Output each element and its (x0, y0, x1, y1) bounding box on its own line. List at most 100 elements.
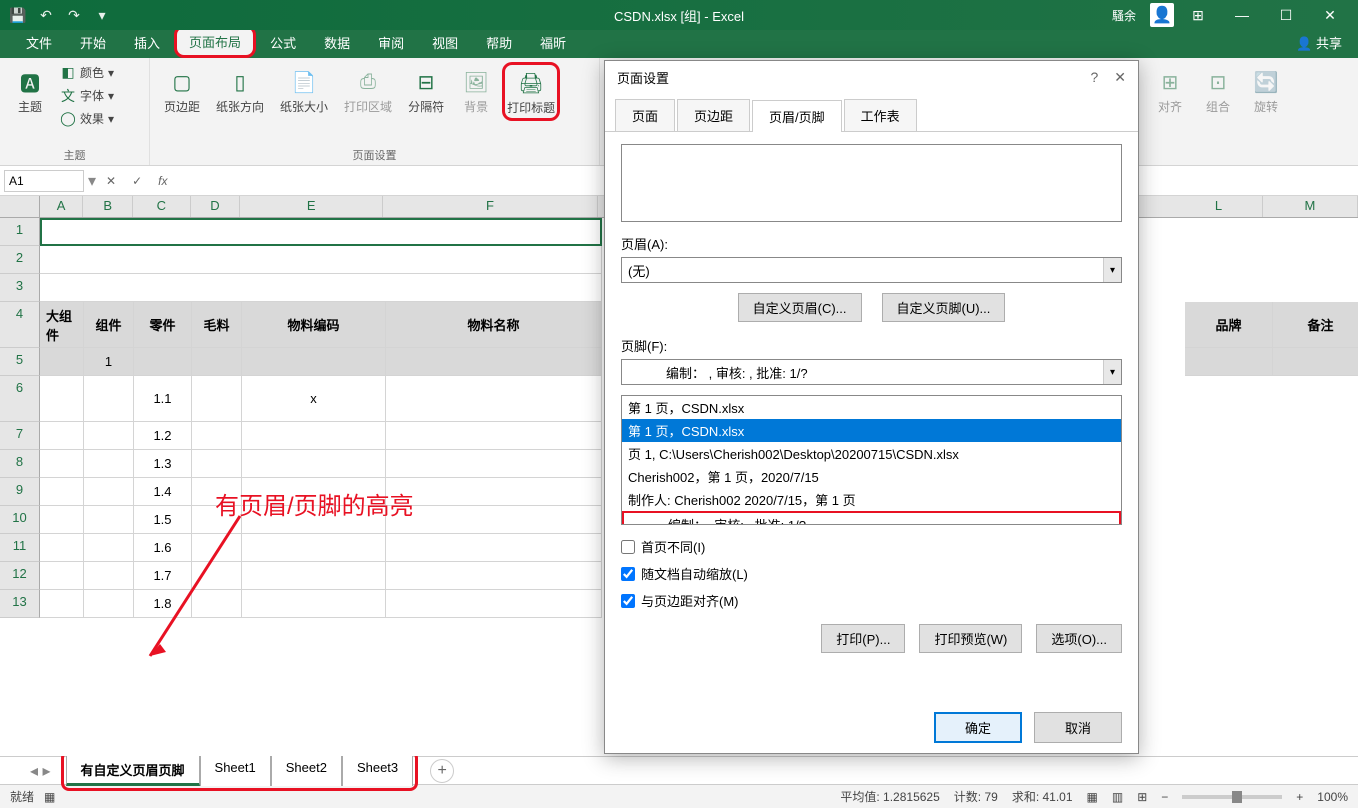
dialog-close-icon[interactable]: ✕ (1114, 69, 1126, 86)
enter-fx-icon[interactable]: ✓ (126, 174, 148, 188)
custom-footer-button[interactable]: 自定义页脚(U)... (882, 293, 1006, 322)
row-header[interactable]: 13 (0, 590, 40, 618)
cancel-fx-icon[interactable]: ✕ (100, 174, 122, 188)
view-normal-icon[interactable]: ▦ (1087, 790, 1098, 804)
row-header[interactable]: 3 (0, 274, 40, 302)
macro-icon[interactable]: ▦ (44, 790, 55, 804)
share-button[interactable]: 👤 共享 (1280, 27, 1358, 58)
row-header[interactable]: 10 (0, 506, 40, 534)
custom-header-button[interactable]: 自定义页眉(C)... (738, 293, 862, 322)
col-header-m[interactable]: M (1263, 196, 1358, 217)
col-header-a[interactable]: A (40, 196, 84, 217)
tab-foxit[interactable]: 福昕 (526, 27, 580, 58)
ok-button[interactable]: 确定 (934, 712, 1022, 743)
tab-view[interactable]: 视图 (418, 27, 472, 58)
tab-review[interactable]: 审阅 (364, 27, 418, 58)
scale-checkbox[interactable] (621, 567, 635, 581)
tab-file[interactable]: 文件 (12, 27, 66, 58)
dialog-tab-margins[interactable]: 页边距 (677, 99, 750, 131)
sheet-tab-3[interactable]: Sheet3 (342, 755, 413, 786)
col-header-e[interactable]: E (240, 196, 383, 217)
col-header-f[interactable]: F (383, 196, 597, 217)
firstpage-checkbox[interactable] (621, 540, 635, 554)
undo-icon[interactable]: ↶ (36, 5, 56, 25)
footer-option-highlighted[interactable]: 编制：, 审核: , 批准: 1/? (622, 511, 1121, 525)
footer-select[interactable]: 编制： , 审核: , 批准: 1/? ▾ (621, 359, 1122, 385)
sheet-nav[interactable]: ◂ ▸ (20, 761, 61, 781)
group-button[interactable]: ⊡组合 (1196, 62, 1240, 119)
align-checkbox[interactable] (621, 594, 635, 608)
footer-option[interactable]: 页 1, C:\Users\Cherish002\Desktop\2020071… (622, 442, 1121, 465)
footer-option[interactable]: Cherish002，第 1 页，2020/7/15 (622, 465, 1121, 488)
row-header[interactable]: 12 (0, 562, 40, 590)
size-button[interactable]: 📄纸张大小 (274, 62, 334, 119)
footer-dropdown[interactable]: 第 1 页，CSDN.xlsx 第 1 页，CSDN.xlsx 页 1, C:\… (621, 395, 1122, 525)
dialog-help-icon[interactable]: ? (1090, 69, 1098, 86)
view-pagebreak-icon[interactable]: ⊞ (1137, 790, 1147, 804)
row-header[interactable]: 4 (0, 302, 40, 348)
row-header[interactable]: 11 (0, 534, 40, 562)
tab-insert[interactable]: 插入 (120, 27, 174, 58)
tab-help[interactable]: 帮助 (472, 27, 526, 58)
options-button[interactable]: 选项(O)... (1036, 624, 1122, 653)
fonts-button[interactable]: 文字体 ▾ (56, 85, 118, 106)
zoom-in-icon[interactable]: + (1296, 790, 1303, 804)
print-titles-button[interactable]: 🖨打印标题 (502, 62, 560, 121)
namebox-dropdown-icon[interactable]: ▾ (88, 171, 96, 191)
row-header[interactable]: 9 (0, 478, 40, 506)
avatar-icon[interactable]: 👤 (1150, 3, 1174, 27)
minimize-icon[interactable]: — (1222, 0, 1262, 30)
header-select[interactable]: (无) ▾ (621, 257, 1122, 283)
row-header[interactable]: 6 (0, 376, 40, 422)
view-layout-icon[interactable]: ▥ (1112, 790, 1123, 804)
close-icon[interactable]: ✕ (1310, 0, 1350, 30)
zoom-slider[interactable] (1182, 795, 1282, 799)
row-header[interactable]: 8 (0, 450, 40, 478)
row-header[interactable]: 2 (0, 246, 40, 274)
print-button[interactable]: 打印(P)... (821, 624, 905, 653)
ribbon-options-icon[interactable]: ⊞ (1178, 0, 1218, 30)
redo-icon[interactable]: ↷ (64, 5, 84, 25)
qat-more-icon[interactable]: ▾ (92, 5, 112, 25)
background-button[interactable]: 🖼背景 (454, 62, 498, 119)
select-all-corner[interactable] (0, 196, 40, 217)
zoom-out-icon[interactable]: − (1161, 790, 1168, 804)
dialog-tab-sheet[interactable]: 工作表 (844, 99, 917, 131)
dialog-tab-page[interactable]: 页面 (615, 99, 675, 131)
tab-home[interactable]: 开始 (66, 27, 120, 58)
footer-option[interactable]: 第 1 页，CSDN.xlsx (622, 396, 1121, 419)
footer-option-selected[interactable]: 第 1 页，CSDN.xlsx (622, 419, 1121, 442)
col-header-d[interactable]: D (191, 196, 241, 217)
breaks-button[interactable]: ⊟分隔符 (402, 62, 450, 119)
add-sheet-button[interactable]: + (430, 759, 454, 783)
print-area-button[interactable]: ⎙打印区域 (338, 62, 398, 119)
sheet-tab-2[interactable]: Sheet2 (271, 755, 342, 786)
zoom-level[interactable]: 100% (1317, 790, 1348, 804)
name-box[interactable]: A1 (4, 170, 84, 192)
orientation-button[interactable]: ▯纸张方向 (210, 62, 270, 119)
maximize-icon[interactable]: ☐ (1266, 0, 1306, 30)
effects-button[interactable]: ◯效果 ▾ (56, 108, 118, 129)
rotate-button[interactable]: 🔄旋转 (1244, 62, 1288, 119)
fx-icon[interactable]: fx (152, 174, 173, 188)
footer-option[interactable]: 制作人: Cherish002 2020/7/15，第 1 页 (622, 488, 1121, 511)
col-header-c[interactable]: C (133, 196, 191, 217)
cells-grid[interactable]: 大组件 组件 零件 毛料 物料编码 物料名称 1 1.1 x 1.2 1.3 1… (40, 218, 602, 618)
cancel-button[interactable]: 取消 (1034, 712, 1122, 743)
tab-formulas[interactable]: 公式 (256, 27, 310, 58)
row-header[interactable]: 1 (0, 218, 40, 246)
colors-button[interactable]: ◧颜色 ▾ (56, 62, 118, 83)
preview-button[interactable]: 打印预览(W) (919, 624, 1022, 653)
margins-button[interactable]: ▢页边距 (158, 62, 206, 119)
dialog-tab-header-footer[interactable]: 页眉/页脚 (752, 100, 842, 132)
align-button[interactable]: ⊞对齐 (1148, 62, 1192, 119)
col-header-b[interactable]: B (83, 196, 133, 217)
col-header-l[interactable]: L (1175, 196, 1262, 217)
save-icon[interactable]: 💾 (8, 5, 28, 25)
row-header[interactable]: 5 (0, 348, 40, 376)
tab-data[interactable]: 数据 (310, 27, 364, 58)
sheet-tab-custom[interactable]: 有自定义页眉页脚 (66, 755, 200, 786)
themes-button[interactable]: 🅰主题 (8, 62, 52, 119)
row-header[interactable]: 7 (0, 422, 40, 450)
sheet-tab-1[interactable]: Sheet1 (200, 755, 271, 786)
